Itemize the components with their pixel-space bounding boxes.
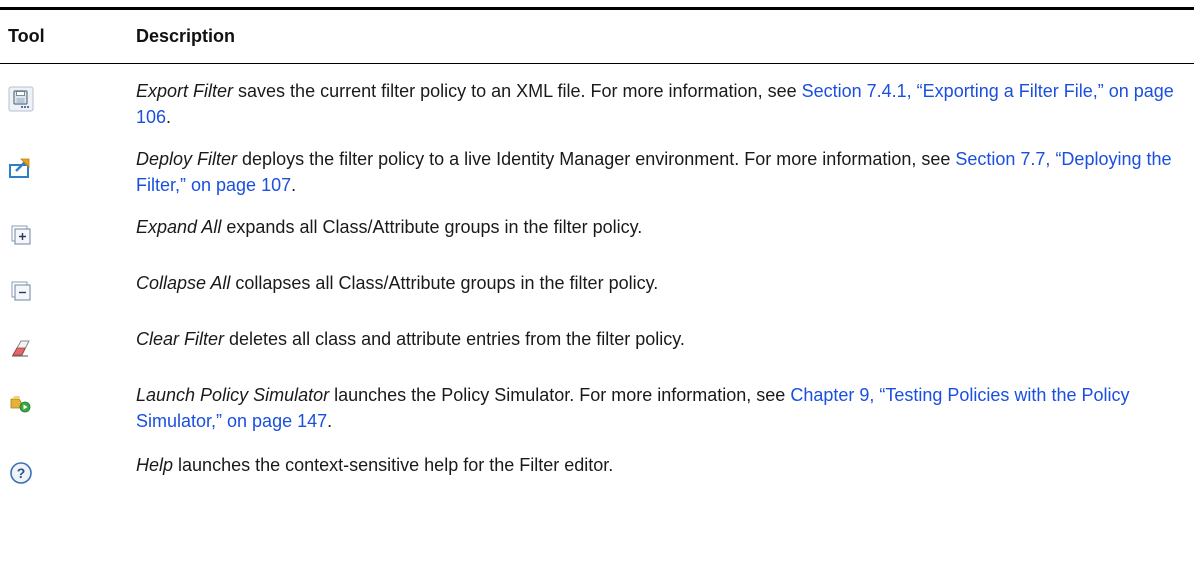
tool-name: Expand All <box>136 217 222 237</box>
row-description: Help launches the context-sensitive help… <box>136 452 1194 478</box>
table-row: Export Filter saves the current filter p… <box>0 78 1194 146</box>
row-description: Expand All expands all Class/Attribute g… <box>136 214 1194 240</box>
table-header: Tool Description <box>0 10 1194 63</box>
table-row: Deploy Filter deploys the filter policy … <box>0 146 1194 214</box>
row-description: Launch Policy Simulator launches the Pol… <box>136 382 1194 434</box>
description-text: deploys the filter policy to a live Iden… <box>237 149 956 169</box>
table-row: Collapse All collapses all Class/Attribu… <box>0 270 1194 326</box>
description-text: deletes all class and attribute entries … <box>224 329 685 349</box>
description-end: . <box>291 175 297 195</box>
tool-name: Export Filter <box>136 81 234 101</box>
table-row: Launch Policy Simulator launches the Pol… <box>0 382 1194 452</box>
description-end: . <box>166 107 172 127</box>
table-row: ? Help launches the context-sensitive he… <box>0 452 1194 492</box>
collapse-all-icon <box>11 281 31 301</box>
description-end: . <box>327 411 333 431</box>
header-description: Description <box>136 26 236 46</box>
launch-policy-simulator-icon <box>10 396 31 413</box>
row-description: Deploy Filter deploys the filter policy … <box>136 146 1194 198</box>
header-tool: Tool <box>8 26 45 46</box>
tool-name: Launch Policy Simulator <box>136 385 330 405</box>
svg-text:?: ? <box>17 465 26 481</box>
description-text: collapses all Class/Attribute groups in … <box>230 273 659 293</box>
row-description: Collapse All collapses all Class/Attribu… <box>136 270 1194 296</box>
clear-filter-icon <box>12 340 30 357</box>
help-icon: ? <box>10 462 32 484</box>
table-row: Expand All expands all Class/Attribute g… <box>0 214 1194 270</box>
tool-name: Collapse All <box>136 273 231 293</box>
tool-name: Deploy Filter <box>136 149 238 169</box>
row-description: Export Filter saves the current filter p… <box>136 78 1194 130</box>
description-text: saves the current filter policy to an XM… <box>233 81 802 101</box>
description-text: launches the Policy Simulator. For more … <box>329 385 791 405</box>
expand-all-icon <box>11 225 31 245</box>
export-filter-icon <box>8 86 34 112</box>
tool-name: Help <box>136 455 174 475</box>
description-text: launches the context-sensitive help for … <box>173 455 614 475</box>
description-text: expands all Class/Attribute groups in th… <box>221 217 643 237</box>
tool-table: Tool Description Export Filter saves the… <box>0 7 1194 492</box>
row-description: Clear Filter deletes all class and attri… <box>136 326 1194 352</box>
table-row: Clear Filter deletes all class and attri… <box>0 326 1194 382</box>
tool-name: Clear Filter <box>136 329 225 349</box>
deploy-filter-icon <box>9 158 30 178</box>
